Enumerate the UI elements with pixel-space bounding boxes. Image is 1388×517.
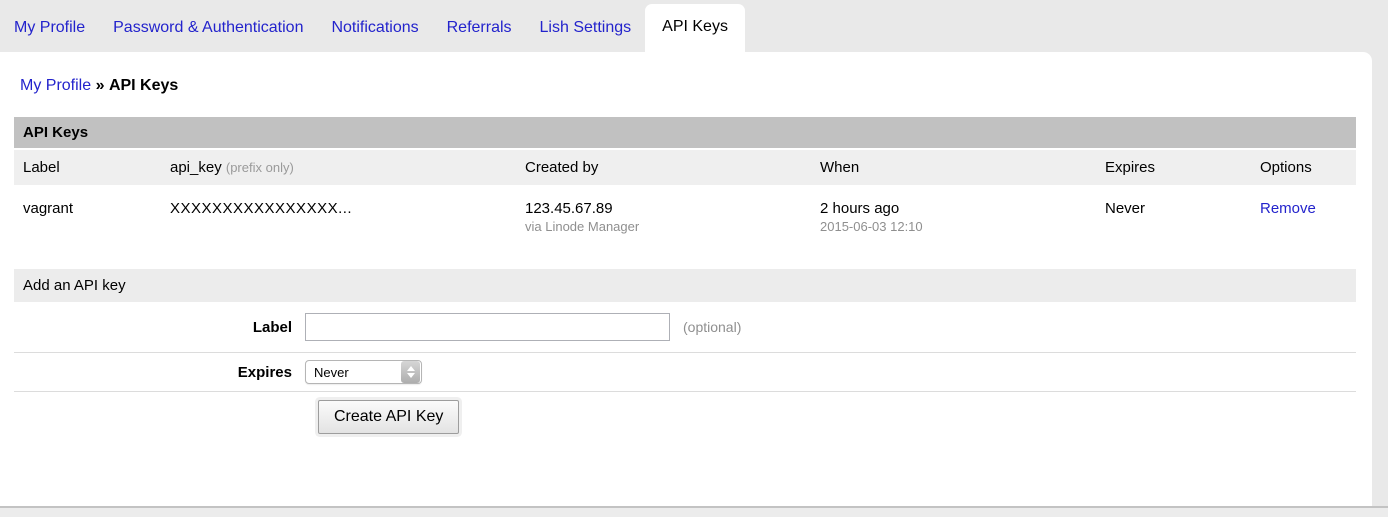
created-by-via: via Linode Manager <box>525 219 811 234</box>
table-row: vagrant XXXXXXXXXXXXXXXX... 123.45.67.89… <box>14 187 1356 269</box>
cell-options: Remove <box>1251 187 1356 247</box>
label-field-label: Label <box>14 319 305 336</box>
column-header-label: Label <box>14 150 161 185</box>
tab-password-authentication[interactable]: Password & Authentication <box>99 6 317 52</box>
cell-created-by: 123.45.67.89 via Linode Manager <box>516 187 811 247</box>
column-header-expires: Expires <box>1096 150 1251 185</box>
cell-expires: Never <box>1096 187 1251 247</box>
tab-notifications[interactable]: Notifications <box>317 6 432 52</box>
api-keys-table-header-row: Label api_key (prefix only) Created by W… <box>14 150 1356 185</box>
column-header-api-key-note: (prefix only) <box>226 160 294 175</box>
tab-referrals[interactable]: Referrals <box>433 6 526 52</box>
expires-select-value: Never <box>306 365 401 380</box>
expires-field-label: Expires <box>14 364 305 381</box>
page-bottom-edge <box>0 506 1388 517</box>
profile-tab-bar: My Profile Password & Authentication Not… <box>0 0 1388 52</box>
api-keys-table: API Keys Label api_key (prefix only) Cre… <box>14 117 1356 269</box>
create-api-key-button[interactable]: Create API Key <box>318 400 459 434</box>
select-stepper-icon <box>401 361 420 383</box>
column-header-when: When <box>811 150 1096 185</box>
tab-my-profile[interactable]: My Profile <box>0 6 99 52</box>
cell-when: 2 hours ago 2015-06-03 12:10 <box>811 187 1096 247</box>
add-api-key-form: Add an API key Label (optional) Expires … <box>14 269 1356 448</box>
when-timestamp: 2015-06-03 12:10 <box>820 219 1096 234</box>
cell-api-key-masked: XXXXXXXXXXXXXXXX... <box>161 187 516 247</box>
chevron-up-icon <box>407 366 415 371</box>
form-row-expires: Expires Never <box>14 352 1356 391</box>
column-header-api-key: api_key (prefix only) <box>161 150 516 185</box>
breadcrumb-my-profile-link[interactable]: My Profile <box>20 77 91 94</box>
profile-api-keys-page: My Profile Password & Authentication Not… <box>0 0 1388 517</box>
label-input[interactable] <box>305 313 670 341</box>
breadcrumb: My Profile » API Keys <box>0 52 1372 95</box>
breadcrumb-separator: » <box>96 77 105 94</box>
form-row-label: Label (optional) <box>14 302 1356 352</box>
api-keys-table-title: API Keys <box>14 117 1356 148</box>
when-relative: 2 hours ago <box>820 200 1096 217</box>
tab-lish-settings[interactable]: Lish Settings <box>526 6 646 52</box>
form-row-submit: Create API Key <box>14 391 1356 448</box>
label-optional-note: (optional) <box>683 319 741 335</box>
breadcrumb-current: API Keys <box>109 77 178 94</box>
tab-api-keys[interactable]: API Keys <box>645 4 745 52</box>
remove-key-link[interactable]: Remove <box>1260 200 1316 217</box>
cell-key-label: vagrant <box>14 187 161 247</box>
expires-select[interactable]: Never <box>305 360 422 384</box>
created-by-ip: 123.45.67.89 <box>525 200 811 217</box>
add-api-key-form-title: Add an API key <box>14 269 1356 302</box>
chevron-down-icon <box>407 373 415 378</box>
column-header-created-by: Created by <box>516 150 811 185</box>
column-header-options: Options <box>1251 150 1356 185</box>
